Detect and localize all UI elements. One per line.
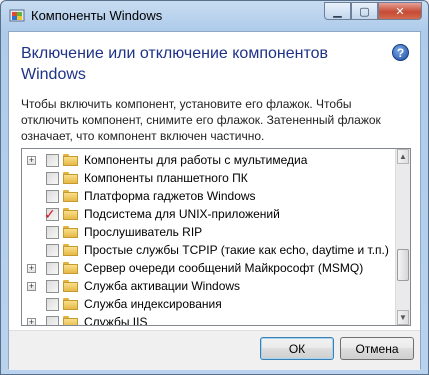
feature-label: Прослушиватель RIP <box>84 225 203 239</box>
arrow-up-icon: ▲ <box>399 152 407 161</box>
folder-icon <box>63 280 78 292</box>
scroll-thumb[interactable] <box>397 249 409 281</box>
question-icon[interactable]: ? <box>392 44 409 61</box>
tree-row[interactable]: Платформа гаджетов Windows <box>22 187 392 205</box>
feature-label: Подсистема для UNIX-приложений <box>84 207 280 221</box>
feature-label: Компоненты планшетного ПК <box>84 171 248 185</box>
scroll-down-button[interactable]: ▼ <box>397 310 409 325</box>
ok-button[interactable]: ОК <box>260 337 334 360</box>
tree-row[interactable]: ✓ Подсистема для UNIX-приложений <box>22 205 392 223</box>
arrow-down-icon: ▼ <box>399 313 407 322</box>
caption-buttons: ▁ ▢ ✕ <box>324 2 422 20</box>
dialog-client-area: Включение или отключение компонентов Win… <box>8 31 421 370</box>
cancel-button[interactable]: Отмена <box>340 337 414 360</box>
tree-row[interactable]: + Компоненты для работы с мультимедиа <box>22 151 392 169</box>
feature-checkbox[interactable] <box>46 153 59 167</box>
windows-features-icon <box>9 9 25 22</box>
folder-icon <box>63 316 78 325</box>
tree-row[interactable]: Служба индексирования <box>22 295 392 313</box>
tree-row[interactable]: + Службы IIS <box>22 313 392 326</box>
dialog-window: Компоненты Windows ▁ ▢ ✕ Включение или о… <box>0 0 429 375</box>
folder-icon <box>63 208 78 220</box>
feature-label: Сервер очереди сообщений Майкрософт (MSM… <box>84 261 364 275</box>
expand-plus-icon[interactable]: + <box>27 263 36 273</box>
minimize-icon: ▁ <box>333 5 342 18</box>
expand-plus-icon[interactable]: + <box>27 281 36 291</box>
feature-label: Платформа гаджетов Windows <box>84 189 256 203</box>
tree-row[interactable]: Прослушиватель RIP <box>22 223 392 241</box>
checkmark-icon: ✓ <box>44 206 56 222</box>
feature-checkbox[interactable] <box>46 297 59 311</box>
feature-checkbox[interactable] <box>46 225 59 239</box>
instructions-text: Чтобы включить компонент, установите его… <box>21 97 381 143</box>
feature-checkbox[interactable] <box>46 279 59 293</box>
content-panel: Включение или отключение компонентов Win… <box>9 32 420 330</box>
folder-icon <box>63 190 78 202</box>
vertical-scrollbar[interactable]: ▲ ▼ <box>395 149 410 325</box>
maximize-button[interactable]: ▢ <box>351 2 378 20</box>
feature-checkbox[interactable] <box>46 315 59 325</box>
tree-row[interactable]: + Сервер очереди сообщений Майкрософт (M… <box>22 259 392 277</box>
title-bar[interactable]: Компоненты Windows ▁ ▢ ✕ <box>1 1 428 31</box>
button-bar: ОК Отмена <box>9 330 420 370</box>
feature-label: Служба индексирования <box>84 297 222 311</box>
folder-icon <box>63 172 78 184</box>
maximize-icon: ▢ <box>359 5 370 18</box>
scroll-up-button[interactable]: ▲ <box>397 149 409 164</box>
minimize-button[interactable]: ▁ <box>324 2 351 20</box>
feature-label: Компоненты для работы с мультимедиа <box>84 153 308 167</box>
folder-icon <box>63 244 78 256</box>
window-title: Компоненты Windows <box>31 8 163 23</box>
expand-plus-icon[interactable]: + <box>27 155 36 165</box>
feature-checkbox[interactable] <box>46 171 59 185</box>
feature-label: Простые службы TCPIP (такие как echo, da… <box>84 243 389 257</box>
tree-row[interactable]: Простые службы TCPIP (такие как echo, da… <box>22 241 392 259</box>
close-icon: ✕ <box>395 5 405 18</box>
feature-checkbox[interactable] <box>46 243 59 257</box>
folder-icon <box>63 226 78 238</box>
close-button[interactable]: ✕ <box>378 2 422 20</box>
folder-icon <box>63 154 78 166</box>
feature-checkbox[interactable] <box>46 261 59 275</box>
page-title: Включение или отключение компонентов Win… <box>21 45 328 83</box>
expand-plus-icon[interactable]: + <box>27 317 36 325</box>
tree-row[interactable]: Компоненты планшетного ПК <box>22 169 392 187</box>
feature-checkbox[interactable] <box>46 189 59 203</box>
folder-icon <box>63 262 78 274</box>
feature-label: Службы IIS <box>84 315 148 326</box>
folder-icon <box>63 298 78 310</box>
feature-label: Служба активации Windows <box>84 279 241 293</box>
tree-row[interactable]: + Служба активации Windows <box>22 277 392 295</box>
features-tree[interactable]: + Компоненты для работы с мультимедиа Ко… <box>21 148 411 326</box>
